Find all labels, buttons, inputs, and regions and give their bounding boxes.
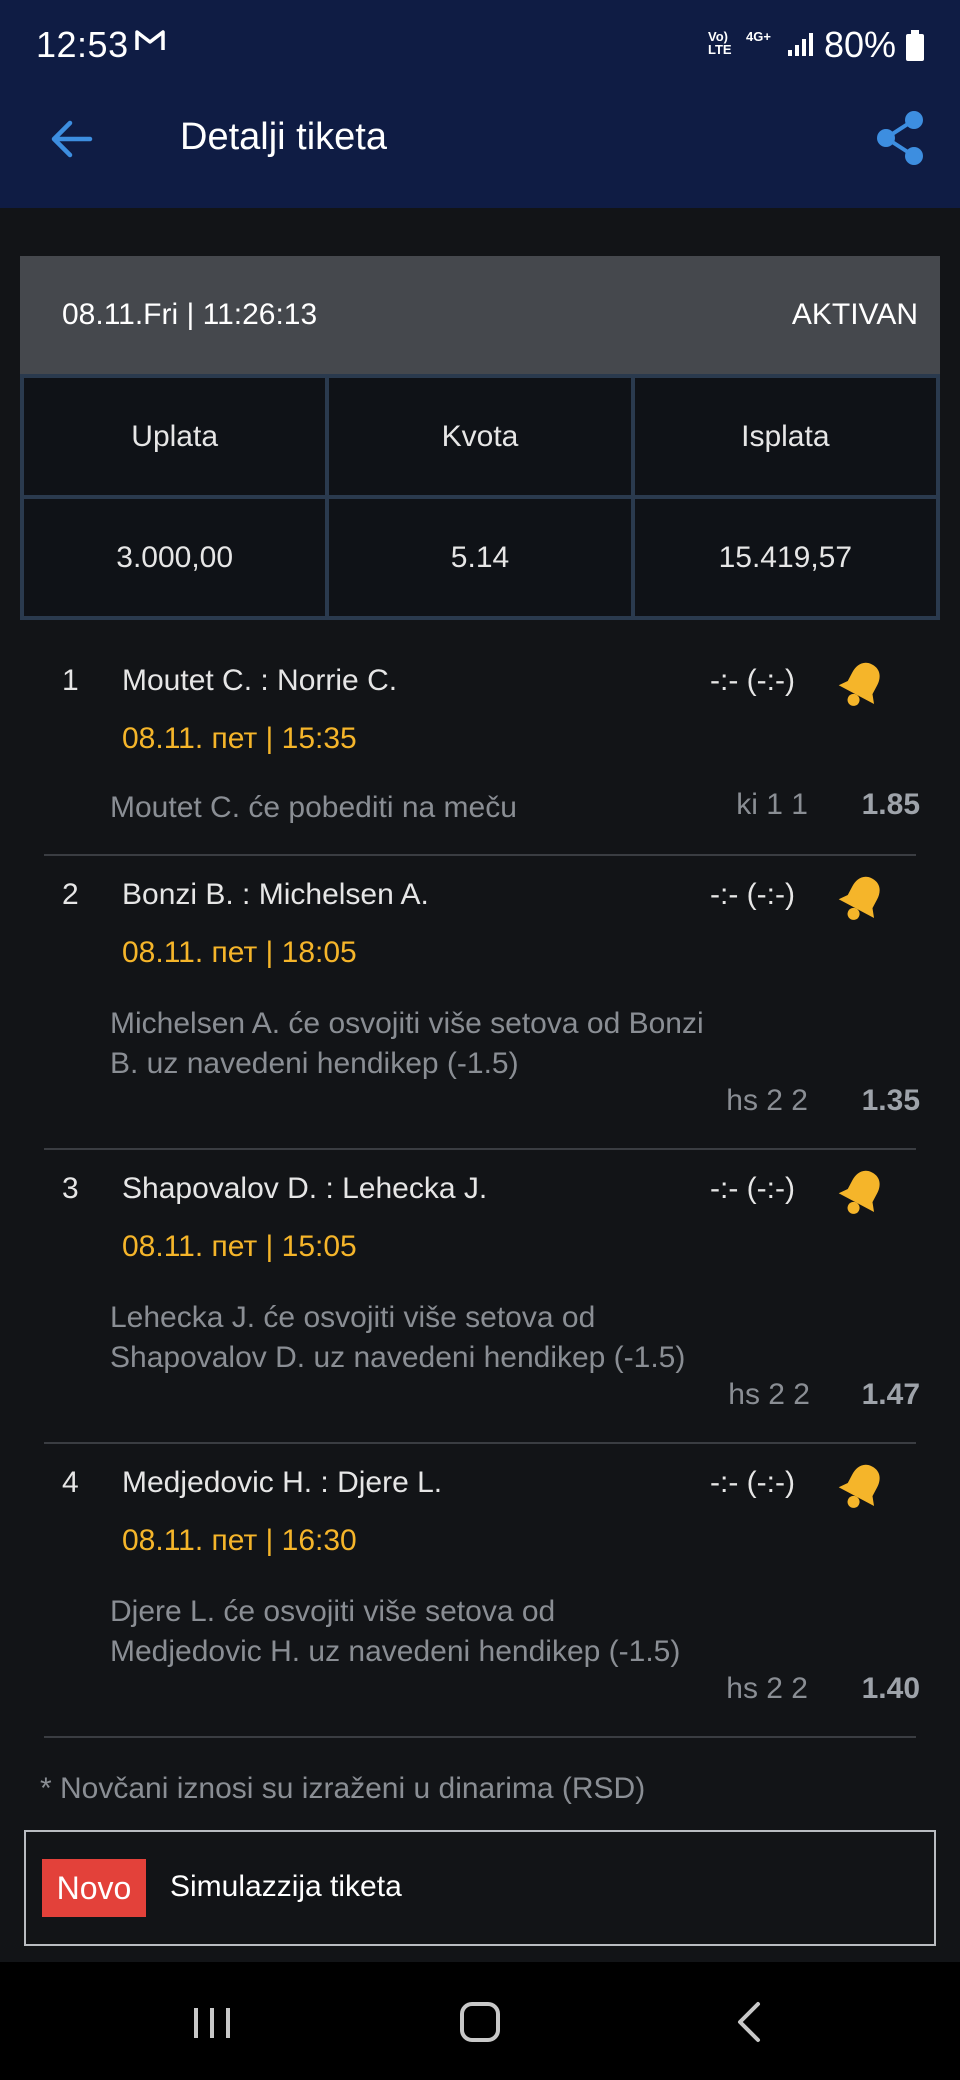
match-score: -:- (-:-) — [710, 878, 795, 911]
ticket-datetime: 08.11.Fri | 11:26:13 — [62, 298, 318, 331]
bet-odd: 1.35 — [861, 1084, 920, 1117]
bet-description: Michelsen A. će osvojiti više setova od … — [110, 1007, 704, 1080]
system-nav-bar — [0, 1962, 960, 2080]
match-teams: Moutet C. : Norrie C. — [122, 664, 398, 697]
match-teams: Shapovalov D. : Lehecka J. — [122, 1172, 488, 1205]
status-time: 12:53 — [36, 24, 129, 65]
bet-odd: 1.47 — [861, 1378, 920, 1411]
header-isplata: Isplata — [634, 378, 936, 495]
value-uplata: 3.000,00 — [24, 499, 326, 616]
recent-apps-icon[interactable] — [182, 1992, 242, 2052]
share-icon[interactable] — [872, 108, 928, 168]
simulation-banner[interactable]: Novo Simulazzija tiketa — [24, 1830, 936, 1946]
bet-code: hs 2 2 — [726, 1084, 808, 1117]
currency-footnote: * Novčani iznosi su izraženi u dinarima … — [40, 1772, 646, 1805]
match-teams: Bonzi B. : Michelsen A. — [122, 878, 429, 911]
status-bar: 12:53 Vo) LTE 4G+ 80% — [0, 0, 960, 92]
match-score: -:- (-:-) — [710, 664, 795, 697]
bell-icon[interactable] — [834, 656, 890, 712]
volte-indicator: Vo) LTE — [708, 29, 732, 57]
bell-icon[interactable] — [834, 1458, 890, 1514]
4g-indicator: 4G+ — [746, 29, 771, 44]
match-index: 2 — [62, 878, 79, 911]
match-datetime: 08.11. пет | 18:05 — [122, 936, 357, 969]
bet-odd: 1.40 — [861, 1672, 920, 1705]
match-datetime: 08.11. пет | 16:30 — [122, 1524, 357, 1557]
value-kvota: 5.14 — [329, 499, 631, 616]
match-score: -:- (-:-) — [710, 1466, 795, 1499]
match-score: -:- (-:-) — [710, 1172, 795, 1205]
bet-description: Lehecka J. će osvojiti više setova od Sh… — [110, 1301, 686, 1374]
value-isplata: 15.419,57 — [634, 499, 936, 616]
match-datetime: 08.11. пет | 15:35 — [122, 722, 357, 755]
match-teams: Medjedovic H. : Djere L. — [122, 1466, 443, 1499]
divider — [44, 1736, 916, 1738]
app-bar: Detalji tiketa — [0, 92, 960, 208]
battery-icon — [906, 30, 924, 61]
home-icon[interactable] — [450, 1992, 510, 2052]
page-title: Detalji tiketa — [180, 116, 387, 158]
divider — [44, 854, 916, 856]
header-uplata: Uplata — [24, 378, 326, 495]
ticket-summary-table: Uplata Kvota Isplata 3.000,00 5.14 15.41… — [20, 374, 940, 620]
bet-code: ki 1 1 — [736, 788, 808, 821]
bet-description: Moutet C. će pobediti na meču — [110, 791, 517, 824]
header-kvota: Kvota — [329, 378, 631, 495]
match-index: 3 — [62, 1172, 79, 1205]
bet-description: Djere L. će osvojiti više setova od Medj… — [110, 1595, 681, 1668]
bell-icon[interactable] — [834, 1164, 890, 1220]
ticket-header: 08.11.Fri | 11:26:13 AKTIVAN — [20, 256, 940, 374]
ticket-status: AKTIVAN — [791, 298, 918, 331]
match-index: 4 — [62, 1466, 79, 1499]
bet-code: hs 2 2 — [726, 1672, 808, 1705]
bet-code: hs 2 2 — [728, 1378, 810, 1411]
match-datetime: 08.11. пет | 15:05 — [122, 1230, 357, 1263]
bet-odd: 1.85 — [861, 788, 920, 821]
match-index: 1 — [62, 664, 79, 697]
signal-icon — [788, 33, 813, 56]
battery-level: 80% — [824, 24, 897, 65]
bell-icon[interactable] — [834, 870, 890, 926]
gmail-icon — [135, 30, 165, 50]
new-badge: Novo — [42, 1859, 146, 1917]
back-nav-icon[interactable] — [720, 1992, 780, 2052]
arrow-left-icon[interactable] — [46, 114, 96, 164]
divider — [44, 1442, 916, 1444]
divider — [44, 1148, 916, 1150]
simulation-label: Simulazzija tiketa — [170, 1870, 402, 1903]
